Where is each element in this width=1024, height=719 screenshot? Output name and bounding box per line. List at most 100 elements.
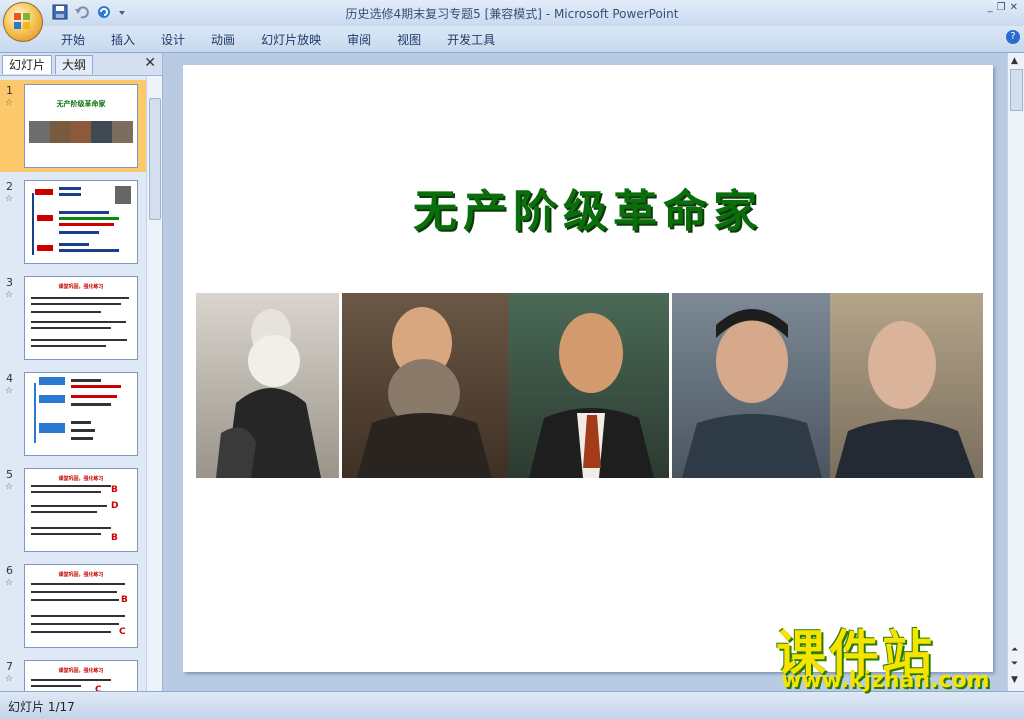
slide-thumbnail[interactable]: 1 ☆ 无产阶级革命家 — [0, 80, 146, 172]
thumbnail-preview: 课堂巩固，强化练习 — [24, 276, 138, 360]
editor-scrollbar[interactable]: ▲ ⏶ ⏷ ▼ — [1007, 53, 1024, 691]
thumbnail-heading: 课堂巩固，强化练习 — [58, 668, 104, 674]
watermark-url: www.kjzhan.com — [781, 668, 990, 693]
thumbnail-number: 7 — [6, 660, 13, 673]
slide-title[interactable]: 无产阶级革命家 — [183, 175, 993, 239]
animation-star-icon: ☆ — [5, 290, 14, 300]
text-line — [31, 339, 127, 341]
thumbnail-heading: 课堂巩固，强化练习 — [58, 572, 104, 578]
thumbnail-heading: 课堂巩固，强化练习 — [58, 476, 104, 482]
text-line — [31, 303, 121, 305]
slide-thumbnail[interactable]: 6 ☆ 课堂巩固，强化练习 B C — [0, 560, 146, 652]
ribbon-tabs: 开始 插入 设计 动画 幻灯片放映 审阅 视图 开发工具 — [48, 31, 508, 49]
pane-close-icon[interactable]: ✕ — [144, 55, 156, 71]
previous-slide-icon[interactable]: ⏶ — [1011, 645, 1018, 655]
slide-thumbnail[interactable]: 3 ☆ 课堂巩固，强化练习 — [0, 272, 146, 364]
answer-mark: C — [119, 627, 126, 637]
close-button[interactable]: ✕ — [1010, 2, 1018, 13]
mindmap-diagram — [32, 186, 131, 255]
tab-developer[interactable]: 开发工具 — [434, 31, 508, 49]
thumbnail-preview: 课堂巩固，强化练习 B D B — [24, 468, 138, 552]
slide-thumbnail[interactable]: 2 ☆ — [0, 176, 146, 268]
mindmap-diagram — [34, 377, 121, 443]
thumbnail-number: 3 — [6, 276, 13, 289]
animation-star-icon: ☆ — [5, 482, 14, 492]
slide-thumbnail[interactable]: 7 ☆ 课堂巩固，强化练习 C — [0, 656, 146, 691]
minimize-button[interactable]: _ — [988, 2, 993, 13]
answer-mark: B — [111, 485, 118, 495]
answer-mark: B — [111, 533, 118, 543]
text-line — [31, 591, 117, 593]
portrait-photo — [342, 293, 509, 478]
answer-mark: D — [111, 501, 119, 511]
window-controls: _ ❐ ✕ — [988, 2, 1018, 13]
thumbnail-photos — [29, 121, 133, 143]
thumbnail-number: 2 — [6, 180, 13, 193]
tab-insert[interactable]: 插入 — [98, 31, 148, 49]
next-slide-icon[interactable]: ⏷ — [1011, 659, 1018, 669]
text-line — [31, 485, 111, 487]
tab-outline[interactable]: 大纲 — [55, 55, 94, 74]
animation-star-icon: ☆ — [5, 194, 14, 204]
tab-view[interactable]: 视图 — [384, 31, 434, 49]
tab-home[interactable]: 开始 — [48, 31, 98, 49]
text-line — [31, 533, 101, 535]
answer-mark: B — [121, 595, 128, 605]
text-line — [31, 511, 97, 513]
scroll-up-icon[interactable]: ▲ — [1011, 56, 1018, 66]
thumbnail-number: 1 — [6, 84, 13, 97]
text-line — [31, 297, 129, 299]
thumbnail-preview: 课堂巩固，强化练习 C — [24, 660, 138, 691]
thumbnail-title: 无产阶级革命家 — [56, 100, 106, 108]
status-bar: 幻灯片 1/17 — [0, 691, 1024, 719]
thumbnail-list: 1 ☆ 无产阶级革命家 2 ☆ 3 ☆ 课堂巩固，强化练习 4 ☆ 5 ☆ 课堂… — [0, 76, 146, 691]
portrait-photo — [830, 293, 983, 478]
portrait-strip[interactable] — [196, 293, 983, 478]
tab-animations[interactable]: 动画 — [198, 31, 248, 49]
slide-canvas[interactable]: 无产阶级革命家 — [183, 65, 993, 672]
slide-thumbnail[interactable]: 4 ☆ — [0, 368, 146, 460]
help-icon[interactable]: ? — [1006, 30, 1020, 44]
text-line — [31, 623, 119, 625]
text-line — [31, 615, 125, 617]
title-bar: 历史选修4期末复习专题5 [兼容模式] - Microsoft PowerPoi… — [0, 0, 1024, 27]
animation-star-icon: ☆ — [5, 98, 14, 108]
portrait-photo — [509, 293, 669, 478]
text-line — [31, 685, 81, 687]
slide-counter: 幻灯片 1/17 — [8, 700, 75, 714]
thumbnail-number: 6 — [6, 564, 13, 577]
tab-design[interactable]: 设计 — [148, 31, 198, 49]
text-line — [31, 321, 126, 323]
text-line — [31, 311, 101, 313]
window-title: 历史选修4期末复习专题5 [兼容模式] - Microsoft PowerPoi… — [345, 7, 679, 21]
text-line — [31, 583, 125, 585]
tab-slideshow[interactable]: 幻灯片放映 — [248, 31, 334, 49]
animation-star-icon: ☆ — [5, 674, 14, 684]
text-line — [31, 327, 111, 329]
scrollbar-thumb[interactable] — [149, 98, 161, 220]
text-line — [31, 599, 119, 601]
portrait-photo — [672, 293, 830, 478]
office-button[interactable] — [3, 2, 43, 42]
thumbnail-scrollbar[interactable] — [146, 76, 162, 691]
thumbnail-number: 5 — [6, 468, 13, 481]
tab-slides[interactable]: 幻灯片 — [2, 55, 53, 74]
thumbnail-preview — [24, 372, 138, 456]
restore-button[interactable]: ❐ — [997, 2, 1006, 13]
office-logo-icon — [14, 13, 30, 29]
text-line — [31, 631, 111, 633]
animation-star-icon: ☆ — [5, 386, 14, 396]
scrollbar-thumb[interactable] — [1010, 69, 1023, 111]
portrait-photo — [196, 293, 339, 478]
slide-editor: 无产阶级革命家 ▲ ⏶ ⏷ ▼ — [163, 53, 1024, 691]
ribbon: 开始 插入 设计 动画 幻灯片放映 审阅 视图 开发工具 ? — [0, 26, 1024, 53]
thumbnail-heading: 课堂巩固，强化练习 — [58, 284, 104, 290]
scroll-down-icon[interactable]: ▼ — [1011, 675, 1018, 685]
thumbnail-preview — [24, 180, 138, 264]
tab-review[interactable]: 审阅 — [334, 31, 384, 49]
animation-star-icon: ☆ — [5, 578, 14, 588]
slide-thumbnail[interactable]: 5 ☆ 课堂巩固，强化练习 B D B — [0, 464, 146, 556]
thumbnail-preview: 无产阶级革命家 — [24, 84, 138, 168]
text-line — [31, 505, 107, 507]
text-line — [31, 491, 101, 493]
